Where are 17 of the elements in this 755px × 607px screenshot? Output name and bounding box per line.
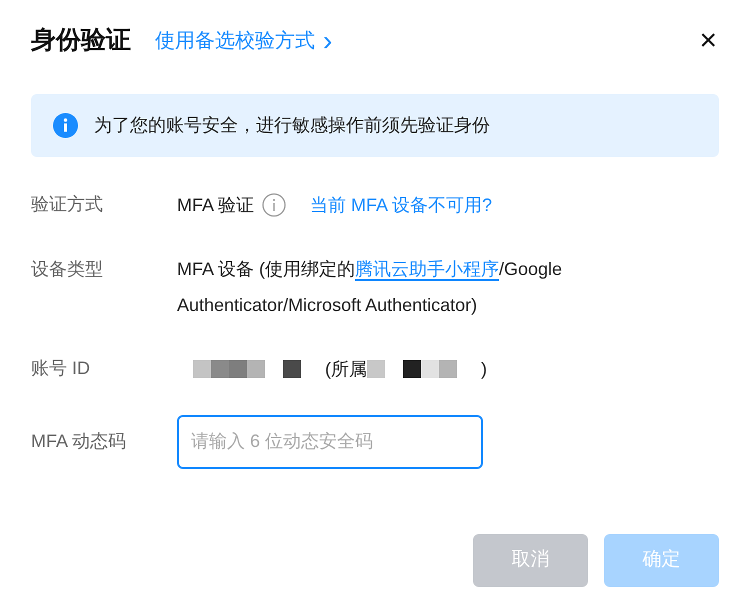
field-label: 验证方式	[31, 193, 104, 216]
field-value: MFA 设备 (使用绑定的腾讯云助手小程序/Google Authenticator/Microsoft Authenticator)	[177, 258, 562, 314]
alternative-method-link[interactable]: 使用备选校验方式 ›	[155, 26, 332, 56]
account-owner-text: (所属	[325, 358, 367, 381]
device-unavailable-link[interactable]: 当前 MFA 设备不可用?	[310, 186, 492, 222]
mfa-code-field[interactable]: 请输入 6 位动态安全码	[177, 414, 483, 468]
field-label: 设备类型	[31, 258, 104, 280]
close-button[interactable]: ×	[697, 26, 719, 56]
field-value: MFA 验证	[177, 194, 254, 216]
field-label: 账号 ID	[31, 357, 92, 380]
info-icon	[53, 112, 78, 138]
dialog-title: 身份验证	[31, 25, 131, 56]
mini-program-link[interactable]: 腾讯云助手小程序	[355, 258, 500, 280]
info-icon[interactable]	[262, 192, 286, 216]
field-label: MFA 动态码	[31, 430, 128, 453]
account-owner-text: )	[481, 358, 487, 381]
alert-text: 为了您的账号安全，进行敏感操作前须先验证身份	[94, 114, 490, 136]
